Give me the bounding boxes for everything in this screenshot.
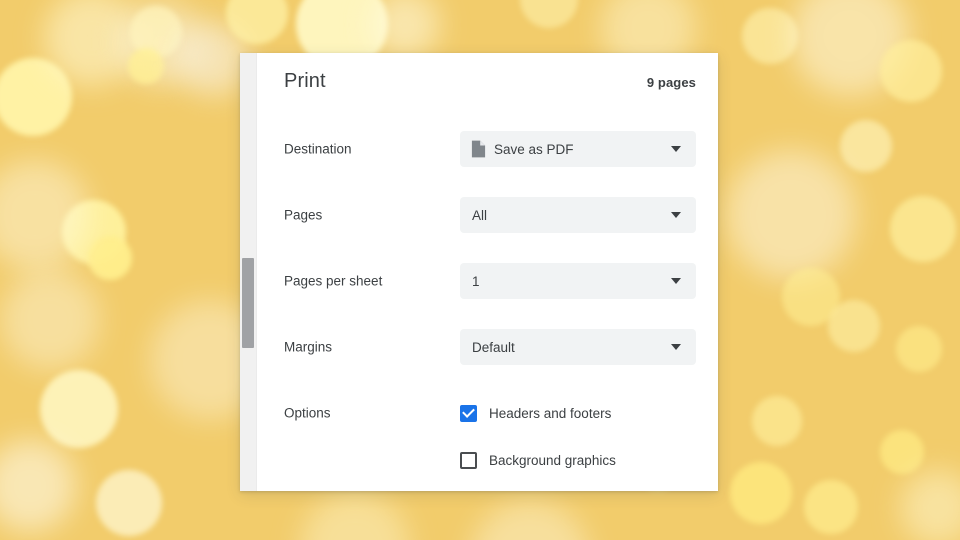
option-background-graphics[interactable]: Background graphics: [460, 449, 616, 471]
chevron-down-icon: [671, 212, 681, 218]
setting-label-destination: Destination: [284, 141, 352, 157]
option-label-background-graphics: Background graphics: [489, 452, 616, 468]
setting-row-pages: Pages All: [257, 197, 718, 233]
chevron-down-icon: [671, 344, 681, 350]
check-icon: [462, 405, 475, 418]
setting-label-pages-per-sheet: Pages per sheet: [284, 273, 383, 289]
document-icon: [471, 140, 486, 158]
setting-label-pages: Pages: [284, 207, 323, 223]
destination-dropdown[interactable]: Save as PDF: [460, 131, 696, 167]
print-dialog: Print 9 pages Destination Save as PDF Pa…: [240, 53, 718, 491]
chevron-down-icon: [671, 278, 681, 284]
checkbox-headers-and-footers[interactable]: [460, 404, 477, 422]
margins-dropdown[interactable]: Default: [460, 329, 696, 365]
pages-per-sheet-dropdown[interactable]: 1: [460, 263, 696, 299]
page-title: Print: [284, 70, 326, 92]
option-label-headers-and-footers: Headers and footers: [489, 405, 612, 421]
option-headers-and-footers[interactable]: Headers and footers: [460, 402, 611, 424]
chevron-down-icon: [671, 146, 681, 152]
destination-value: Save as PDF: [494, 141, 574, 157]
vertical-scrollbar-thumb[interactable]: [242, 258, 254, 348]
setting-row-pages-per-sheet: Pages per sheet 1: [257, 263, 718, 299]
pages-value: All: [472, 207, 488, 223]
vertical-scrollbar-track[interactable]: [240, 53, 257, 491]
dialog-body: Print 9 pages Destination Save as PDF Pa…: [257, 53, 718, 491]
margins-value: Default: [472, 339, 515, 355]
setting-row-destination: Destination Save as PDF: [257, 131, 718, 167]
setting-label-margins: Margins: [284, 339, 333, 355]
pages-dropdown[interactable]: All: [460, 197, 696, 233]
page-count-label: 9 pages: [646, 75, 696, 90]
checkbox-background-graphics[interactable]: [460, 451, 477, 469]
dialog-header: Print 9 pages: [257, 53, 718, 115]
setting-label-options: Options: [284, 405, 331, 421]
pages-per-sheet-value: 1: [472, 273, 480, 289]
setting-row-margins: Margins Default: [257, 329, 718, 365]
